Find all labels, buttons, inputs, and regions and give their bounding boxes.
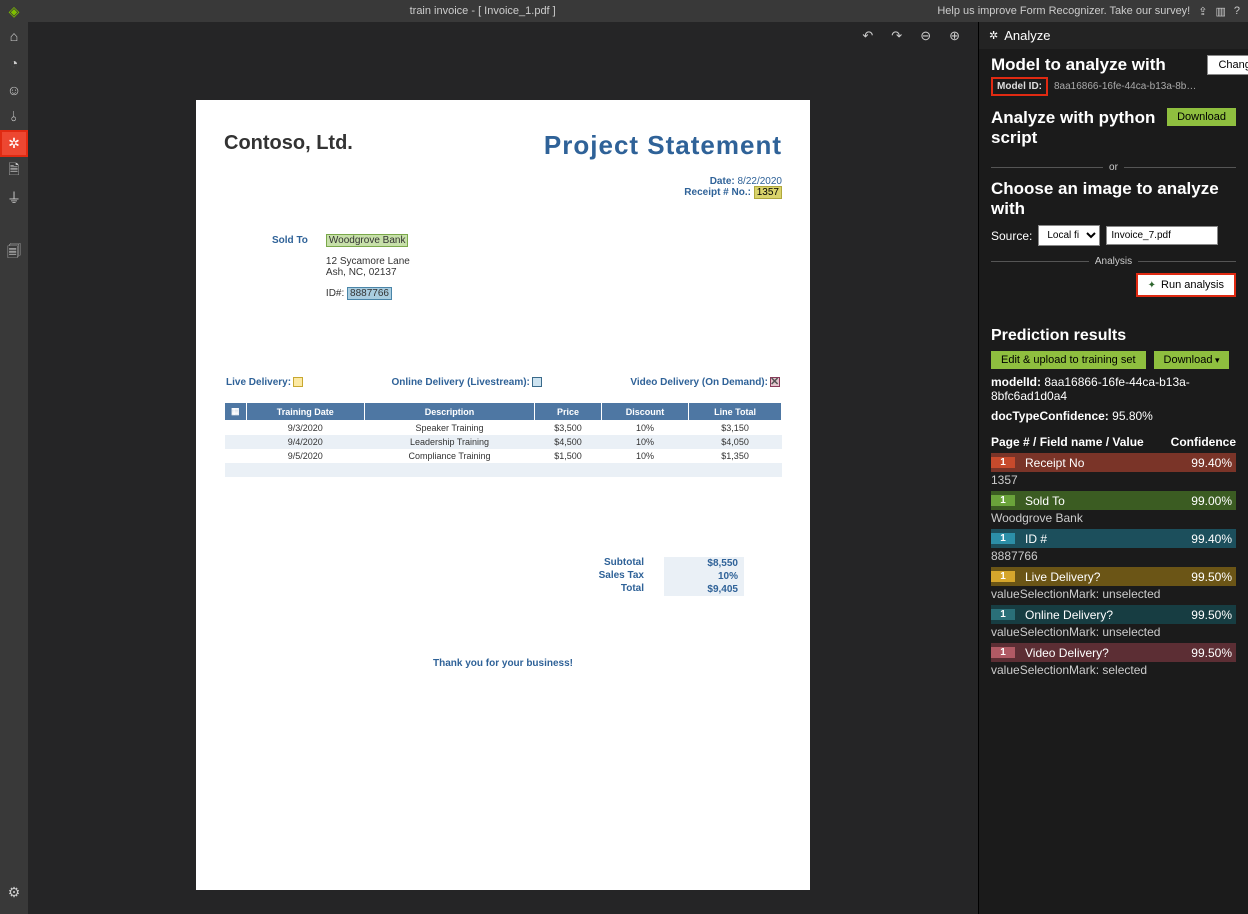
share-icon[interactable]: ⇪	[1198, 5, 1207, 18]
totals: Subtotal$8,550 Sales Tax10% Total$9,405	[564, 557, 782, 596]
modelid-key: modelId:	[991, 375, 1041, 389]
analyze-panel: ✲ Analyze Model to analyze with Model ID:…	[978, 22, 1248, 914]
video-delivery-label: Video Delivery (On Demand):	[630, 377, 768, 388]
page-icon[interactable]: 🗎	[0, 157, 28, 184]
receipt-label: Receipt # No.:	[684, 187, 751, 198]
download-script-button[interactable]: Download	[1167, 108, 1236, 126]
addr-line2: Ash, NC, 02137	[326, 267, 410, 278]
id-label: ID#:	[326, 288, 344, 299]
script-heading: Analyze with python script	[991, 108, 1157, 148]
panel-icon[interactable]: ▥	[1215, 5, 1225, 18]
model-id-label: Model ID:	[991, 77, 1048, 96]
th-date: Training Date	[246, 403, 365, 421]
model-id-value: 8aa16866-16fe-44ca-b13a-8bfc6a...	[1054, 81, 1197, 92]
items-table: ▦ Training Date Description Price Discou…	[224, 402, 782, 477]
document-title: train invoice - [ Invoice_1.pdf ]	[28, 5, 937, 17]
top-bar: ◈ train invoice - [ Invoice_1.pdf ] Help…	[0, 0, 1248, 22]
soldto-body: Woodgrove Bank 12 Sycamore Lane Ash, NC,…	[326, 235, 410, 299]
prediction-heading: Prediction results	[991, 327, 1236, 345]
document-page: Contoso, Ltd. Project Statement Date: 8/…	[196, 100, 810, 890]
plug-icon[interactable]: ⏚	[0, 184, 28, 211]
total-label: Total	[564, 583, 664, 596]
th-desc: Description	[365, 403, 535, 421]
soldto-label: Sold To	[272, 235, 308, 299]
delivery-row: Live Delivery: Online Delivery (Livestre…	[224, 377, 782, 388]
analyze-icon[interactable]: ✲	[0, 130, 28, 157]
online-delivery-label: Online Delivery (Livestream):	[392, 377, 530, 388]
tax-label: Sales Tax	[564, 570, 664, 583]
run-analysis-button[interactable]: Run analysis	[1136, 273, 1236, 297]
choose-heading: Choose an image to analyze with	[991, 179, 1236, 219]
help-icon[interactable]: ?	[1234, 5, 1240, 17]
zoom-out-icon[interactable]: ⊖	[920, 28, 931, 44]
doc-heading: Project Statement	[544, 130, 782, 161]
total-value: $9,405	[664, 583, 744, 596]
thanks-text: Thank you for your business!	[224, 658, 782, 669]
video-checkbox	[770, 377, 780, 387]
id-value: 8887766	[347, 287, 392, 300]
th-price: Price	[535, 403, 602, 421]
addr-line1: 12 Sycamore Lane	[326, 256, 410, 267]
live-delivery-label: Live Delivery:	[226, 377, 291, 388]
subtotal-value: $8,550	[664, 557, 744, 570]
tax-value: 10%	[664, 570, 744, 583]
table-corner-icon: ▦	[225, 403, 247, 421]
doctype-val: 95.80%	[1112, 409, 1153, 423]
table-row: 9/5/2020Compliance Training$1,50010%$1,3…	[225, 449, 782, 463]
undo-icon[interactable]: ↶	[862, 28, 873, 44]
result-item[interactable]: 1ID #99.40%8887766	[991, 529, 1236, 567]
model-heading: Model to analyze with	[991, 55, 1197, 75]
left-nav: ⌂ ◔ ☺ ⫰ ✲ 🗎 ⏚ 🗐 ⚙	[0, 22, 28, 914]
source-label: Source:	[991, 229, 1032, 243]
source-select[interactable]: Local file	[1038, 225, 1100, 246]
col-left: Page # / Field name / Value	[991, 435, 1144, 449]
analyze-header: Analyze	[1004, 28, 1050, 43]
app-logo-icon: ◈	[0, 3, 28, 20]
gear-icon: ✲	[989, 29, 998, 42]
main-viewer: ↶ ↷ ⊖ ⊕ Contoso, Ltd. Project Statement …	[28, 22, 978, 914]
th-discount: Discount	[601, 403, 688, 421]
merge-icon[interactable]: ⫰	[0, 103, 28, 130]
home-icon[interactable]: ⌂	[0, 22, 28, 49]
settings-icon[interactable]: ⚙	[0, 879, 28, 906]
redo-icon[interactable]: ↷	[891, 28, 902, 44]
change-button[interactable]: Change	[1207, 55, 1248, 75]
analysis-divider: Analysis	[1095, 256, 1132, 267]
result-item[interactable]: 1Receipt No99.40%1357	[991, 453, 1236, 491]
th-linetotal: Line Total	[689, 403, 782, 421]
zoom-in-icon[interactable]: ⊕	[949, 28, 960, 44]
doc-icon[interactable]: 🗐	[0, 239, 28, 266]
result-item[interactable]: 1Sold To99.00%Woodgrove Bank	[991, 491, 1236, 529]
table-row: 9/3/2020Speaker Training$3,50010%$3,150	[225, 421, 782, 436]
result-item[interactable]: 1Online Delivery?99.50%valueSelectionMar…	[991, 605, 1236, 643]
source-file-input[interactable]	[1106, 226, 1218, 245]
online-checkbox	[532, 377, 542, 387]
doc-meta: Date: 8/22/2020 Receipt # No.: 1357	[684, 176, 782, 198]
result-item[interactable]: 1Live Delivery?99.50%valueSelectionMark:…	[991, 567, 1236, 605]
soldto-name: Woodgrove Bank	[326, 234, 409, 247]
download-results-button[interactable]: Download	[1154, 351, 1230, 369]
survey-link[interactable]: Help us improve Form Recognizer. Take ou…	[937, 5, 1190, 17]
robot-icon[interactable]: ☺	[0, 76, 28, 103]
subtotal-label: Subtotal	[564, 557, 664, 570]
live-checkbox	[293, 377, 303, 387]
date-label: Date:	[710, 176, 735, 187]
edit-upload-button[interactable]: Edit & upload to training set	[991, 351, 1146, 369]
doctype-key: docTypeConfidence:	[991, 409, 1109, 423]
or-divider: or	[1109, 162, 1118, 173]
receipt-value: 1357	[754, 186, 782, 199]
viewer-toolbar: ↶ ↷ ⊖ ⊕	[28, 22, 978, 50]
col-right: Confidence	[1171, 435, 1236, 449]
result-item[interactable]: 1Video Delivery?99.50%valueSelectionMark…	[991, 643, 1236, 681]
table-row: 9/4/2020Leadership Training$4,50010%$4,0…	[225, 435, 782, 449]
tag-icon[interactable]: ◔	[0, 49, 28, 76]
